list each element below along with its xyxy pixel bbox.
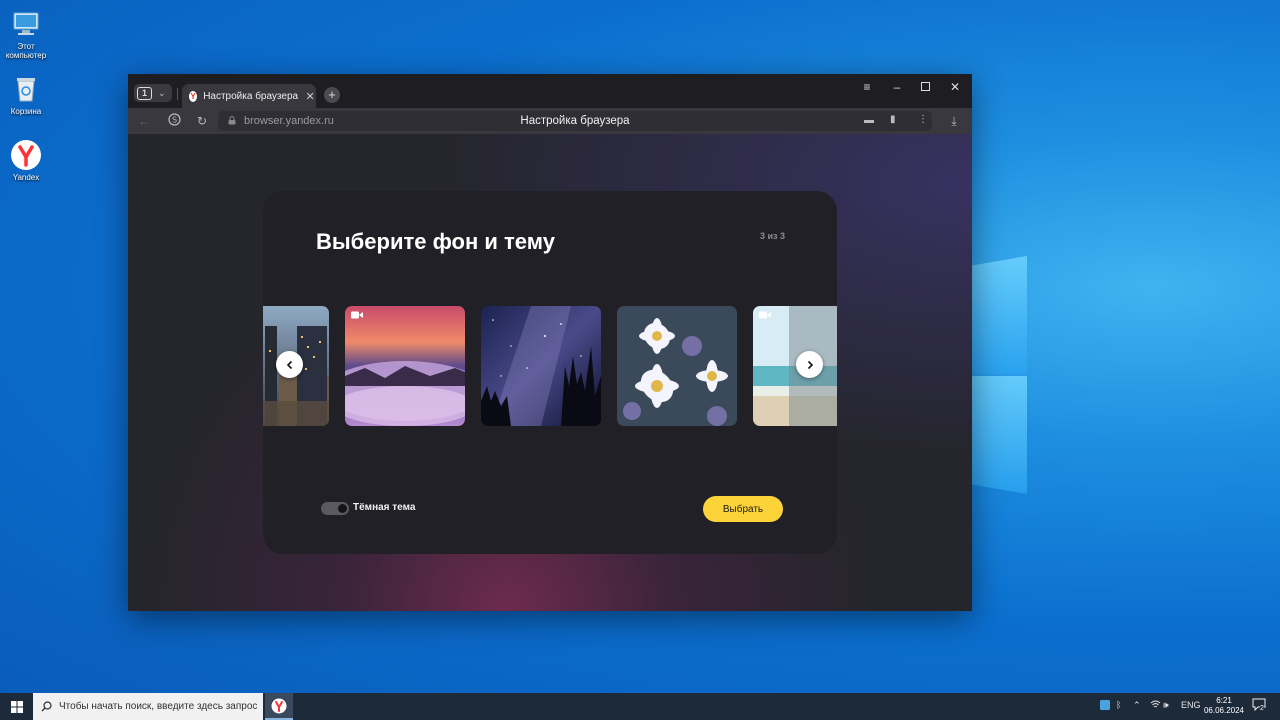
desktop-icon-recycle-bin[interactable]: Корзина [4,73,48,116]
background-thumb-daisies[interactable] [617,306,737,426]
desktop-icon-yandex[interactable]: Yandex [4,139,48,182]
dialog-title: Выберите фон и тему [316,229,555,254]
tab-count: 1 [137,86,152,100]
reader-icon[interactable]: ▬ [864,115,874,126]
video-icon [759,311,771,319]
taskbar-yandex-app[interactable] [265,693,293,720]
yandex-browser-icon [271,698,287,713]
notifications-button[interactable]: 2 [1252,698,1266,713]
chevron-down-icon: ⌄ [158,87,166,98]
desktop-icon-label: Корзина [10,107,42,116]
carousel-prev-button[interactable] [276,351,303,378]
chevron-right-icon [807,360,813,369]
video-icon [351,311,363,319]
clock-date: 06.06.2024 [1203,706,1245,715]
close-window-icon[interactable]: ✕ [945,80,965,94]
wifi-icon[interactable] [1150,700,1161,711]
page-content: Выберите фон и тему 3 из 3 Тёмная тема В… [128,134,972,611]
tab-settings[interactable]: Y Настройка браузера ✕ [182,84,316,108]
new-tab-button[interactable]: + [324,87,340,103]
choose-button[interactable]: Выбрать [703,496,783,522]
address-toolbar: ← S ↻ browser.yandex.ru Настройка браузе… [128,108,972,134]
taskbar-search[interactable]: Чтобы начать поиск, введите здесь запрос [33,693,263,720]
desktop-icon-label: Этот компьютер [5,42,47,60]
browser-window: 1 ⌄ Y Настройка браузера ✕ + ≡ – ✕ ← S ↻… [128,74,972,611]
search-icon [41,701,52,712]
yandex-favicon-icon: Y [189,90,198,102]
bookmark-icon[interactable]: ▮ [890,114,896,125]
desktop-icon-label: Yandex [12,173,40,182]
page-title-in-address: Настройка браузера [520,115,630,127]
close-tab-icon[interactable]: ✕ [304,90,316,103]
desktop-icon-this-pc[interactable]: Этот компьютер [4,8,48,60]
search-placeholder: Чтобы начать поиск, введите здесь запрос [59,701,258,712]
dark-theme-toggle[interactable] [321,502,349,515]
taskbar: Чтобы начать поиск, введите здесь запрос… [0,693,1280,720]
back-icon[interactable]: ← [136,113,152,129]
step-indicator: 3 из 3 [759,231,785,241]
carousel-next-button[interactable] [796,351,823,378]
svg-text:S: S [171,116,176,125]
tab-counter-button[interactable]: 1 ⌄ [134,84,172,102]
toggle-knob [338,504,347,513]
windows-wallpaper-logo [972,240,1032,500]
background-thumb-beach[interactable] [753,306,837,426]
minimize-icon[interactable]: – [887,80,907,94]
computer-icon [10,8,42,40]
reload-icon[interactable]: ↻ [194,113,210,129]
clock-time: 6:21 [1216,696,1232,705]
download-icon[interactable]: ⤓ [946,113,962,129]
start-button[interactable] [0,693,33,720]
chevron-left-icon [286,360,292,369]
menu-icon[interactable]: ≡ [857,80,877,94]
show-hidden-icon[interactable]: ⌃ [1133,700,1141,711]
notification-count: 2 [1260,705,1264,712]
volume-icon[interactable]: 🕪 [1163,700,1169,711]
tray-app-icon[interactable] [1100,700,1110,712]
recycle-bin-icon [10,73,42,105]
title-bar: 1 ⌄ Y Настройка браузера ✕ + ≡ – ✕ [128,74,972,108]
windows-icon [10,700,23,713]
clock[interactable]: 6:21 06.06.2024 [1198,696,1250,716]
background-thumb-milky-way[interactable] [481,306,601,426]
divider [177,88,178,100]
bluetooth-icon[interactable]: ᛒ [1116,700,1121,710]
address-field[interactable]: browser.yandex.ru Настройка браузера ▬ ▮… [218,111,932,131]
tab-title: Настройка браузера [203,90,299,102]
theme-dialog: Выберите фон и тему 3 из 3 Тёмная тема В… [263,191,837,554]
maximize-icon[interactable] [915,80,935,94]
yandex-browser-icon [10,139,42,171]
background-thumb-sunset[interactable] [345,306,465,426]
dark-theme-label: Тёмная тема [353,502,416,513]
more-options-icon[interactable]: ⋮ [918,114,928,125]
protect-icon[interactable]: S [166,113,182,129]
